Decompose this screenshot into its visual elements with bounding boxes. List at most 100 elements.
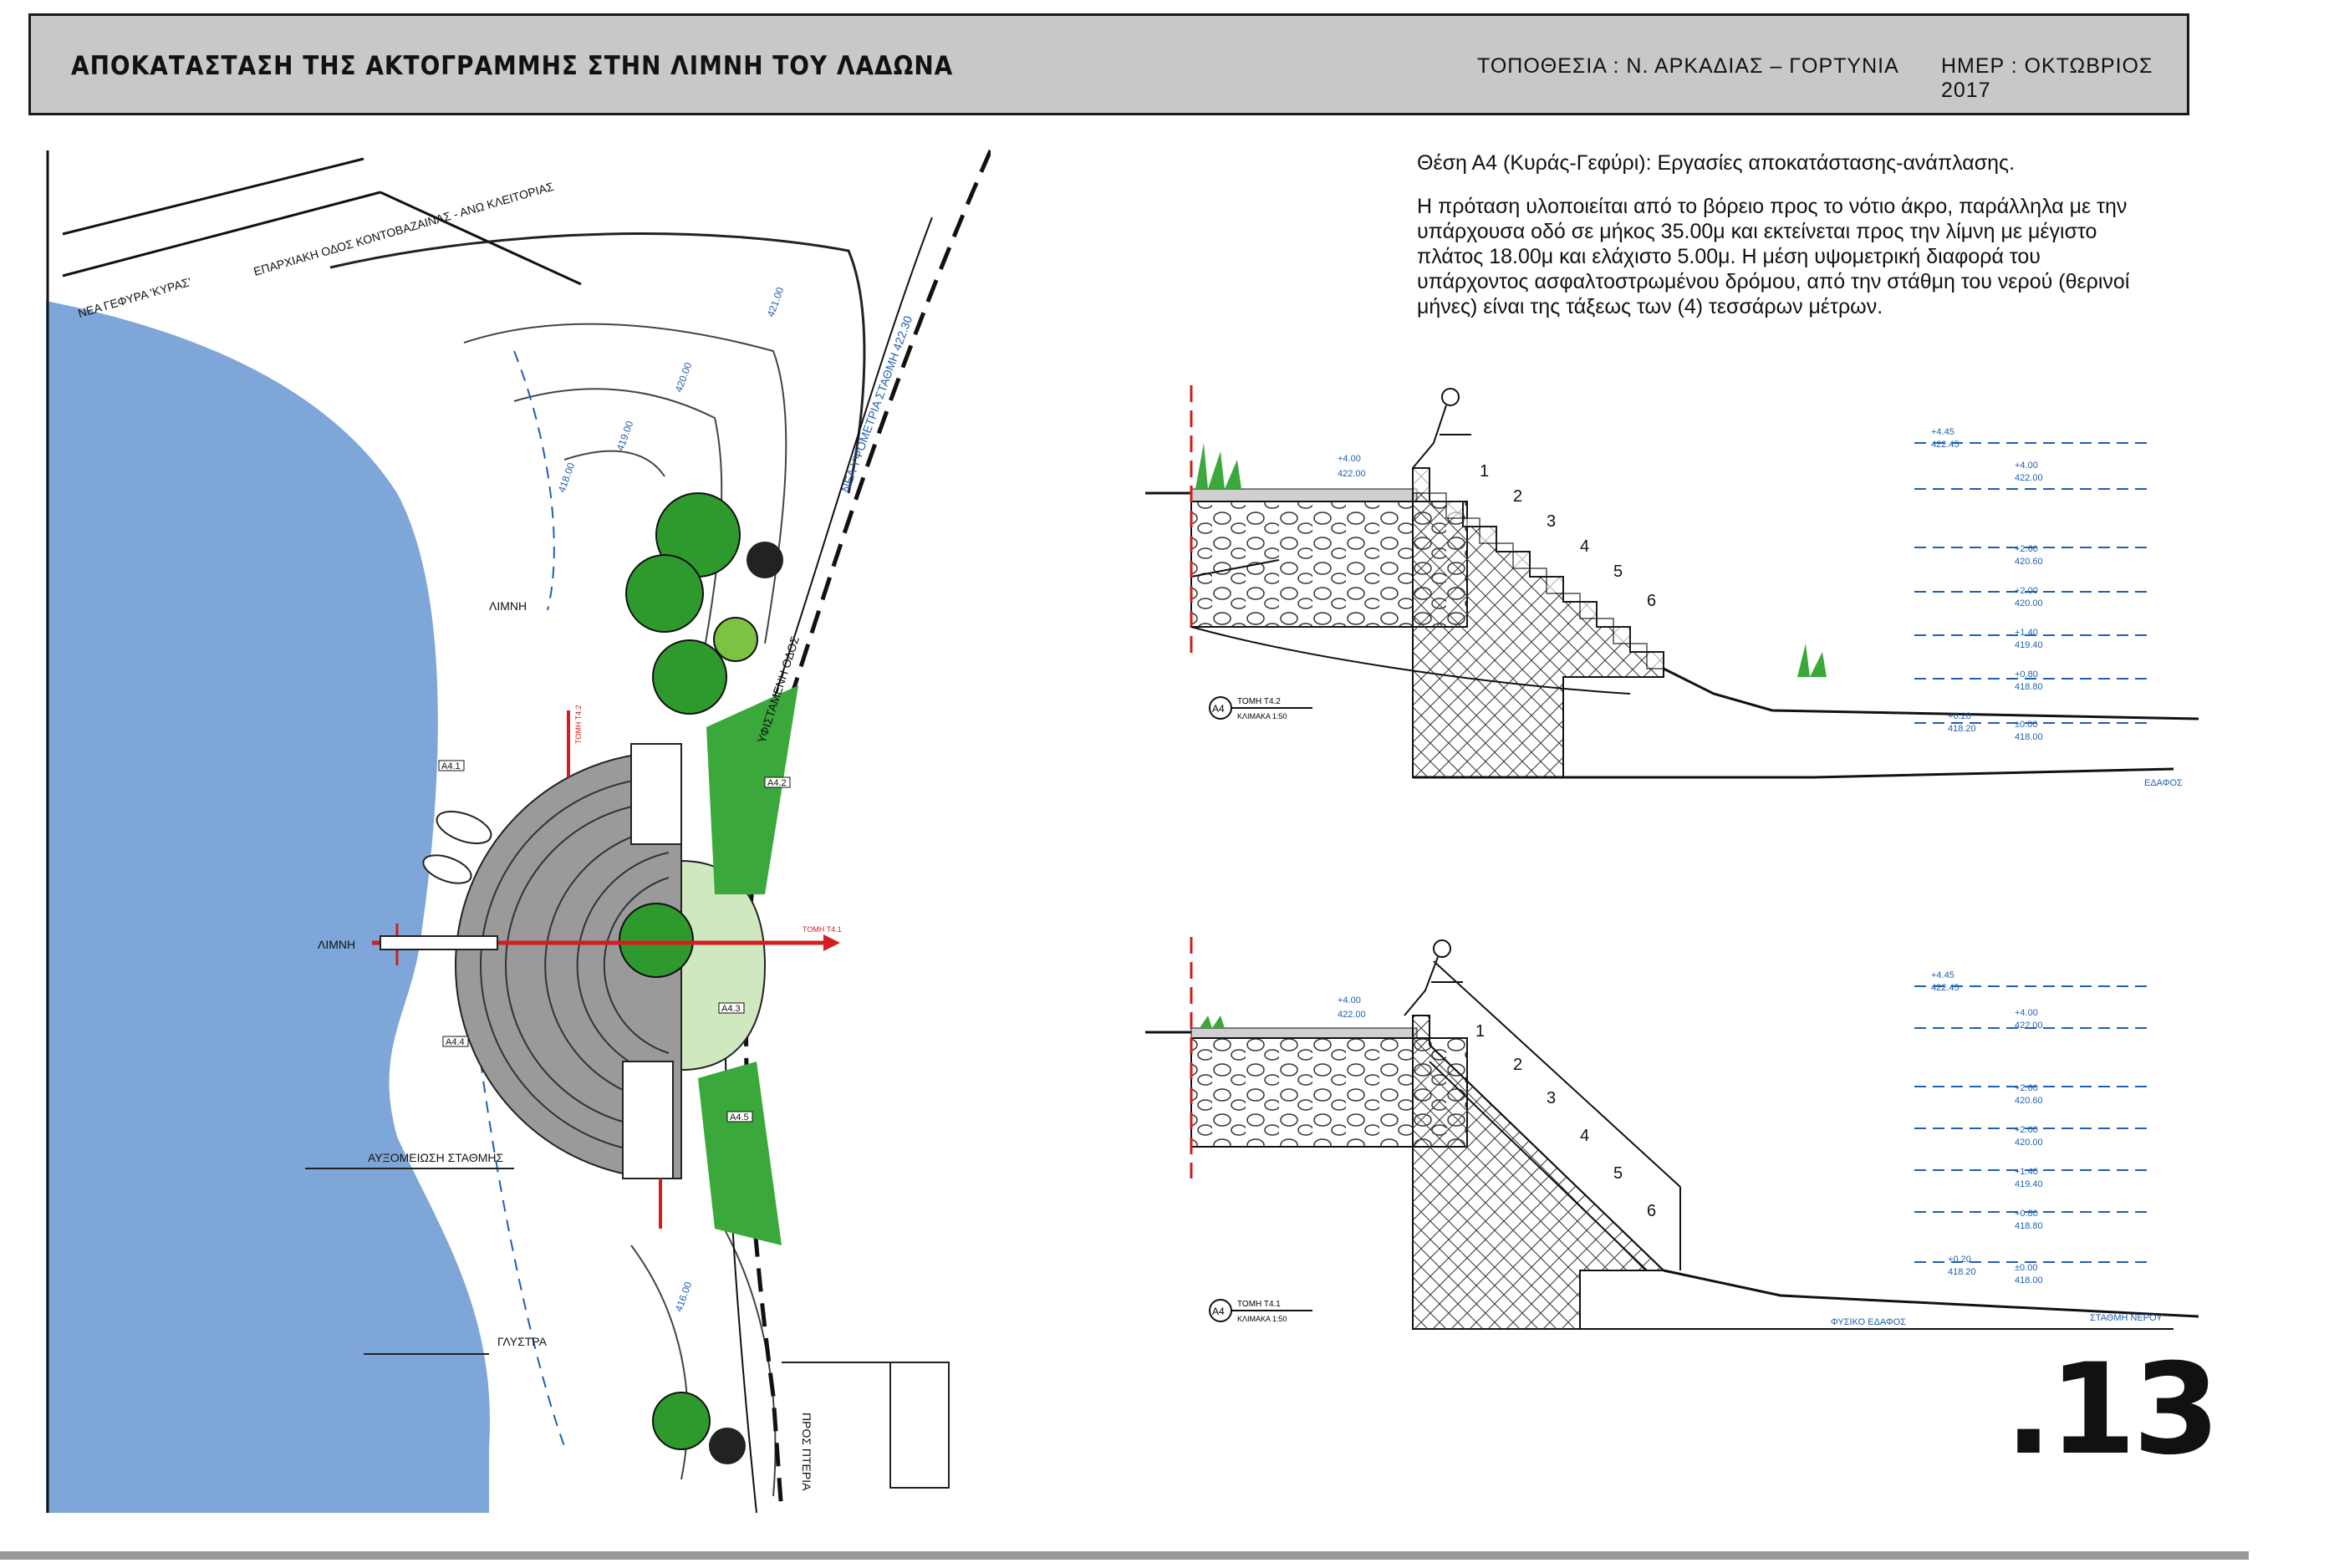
planted-bed-south <box>698 1061 782 1245</box>
section-scale: ΚΛΙΜΑΚΑ 1:50 <box>1237 712 1287 720</box>
level-3-abs-b: 420.60 <box>2015 1096 2043 1106</box>
left-level-rel-b: +4.00 <box>1338 995 1361 1005</box>
level-8-abs-b: 418.00 <box>2015 1275 2043 1285</box>
level-6-abs: 418.80 <box>2015 682 2043 692</box>
level-3-rel: +2.60 <box>2015 544 2038 554</box>
step-5: 5 <box>1613 563 1623 581</box>
step-5-b: 5 <box>1613 1164 1623 1183</box>
step-2-b: 2 <box>1513 1056 1522 1074</box>
svg-text:Α4: Α4 <box>1212 703 1225 715</box>
level-4-rel: +2.00 <box>2015 586 2038 596</box>
description-body: Η πρόταση υλοποιείται από το βόρειο προς… <box>1417 195 2130 318</box>
section1-label: ΤΟΜΗ Τ4.1 <box>803 925 842 934</box>
level-1-abs-b: 422.45 <box>1931 983 1959 993</box>
level-8-rel: ±0.00 <box>2015 720 2037 730</box>
left-level-rel: +4.00 <box>1338 454 1361 464</box>
glystra-label: ΓΛΥΣΤΡΑ <box>497 1335 548 1348</box>
section2-label: ΤΟΜΗ Τ4.2 <box>574 705 583 744</box>
level-1-rel: +4.45 <box>1931 427 1954 437</box>
level-5-abs: 419.40 <box>2015 640 2043 650</box>
step-4: 4 <box>1580 537 1589 556</box>
step-3-b: 3 <box>1547 1089 1556 1107</box>
level-2-abs: 422.00 <box>2015 473 2043 483</box>
seated-person-icon-b <box>1404 939 1463 1016</box>
section-name-b: ΤΟΜΗ Τ4.1 <box>1237 1300 1281 1309</box>
step-2: 2 <box>1513 487 1522 506</box>
plan-box-b-label: Α4.2 <box>767 778 787 788</box>
level-1-abs: 422.45 <box>1931 440 1959 450</box>
level-3-rel-b: +2.60 <box>2015 1083 2038 1093</box>
contour-label-1: 421.00 <box>765 285 787 318</box>
section-top: 1 2 3 4 5 6 +4.00 422.00 +4.45 422.45 +4… <box>1145 385 2199 788</box>
level-4-rel-b: +2.00 <box>2015 1125 2038 1135</box>
bridge-road <box>62 157 582 286</box>
footer-divider <box>0 1551 2249 1560</box>
page-title: ΑΠΟΚΑΤΑΣΤΑΣΗ ΤΗΣ ΑΚΤΟΓΡΑΜΜΗΣ ΣΤΗΝ ΛΙΜΝΗ … <box>71 51 954 81</box>
plan-box-c-label: Α4.3 <box>721 1004 741 1014</box>
ground-label-b: ΦΥΣΙΚΟ ΕΔΑΦΟΣ <box>1831 1317 1906 1327</box>
existing-road <box>744 149 991 1513</box>
step-3: 3 <box>1547 512 1556 531</box>
plan-box-d-label: Α4.4 <box>446 1037 465 1047</box>
new-level-label: ΝΕΑ ΥΨΟΜΕΤΡΙΑ ΣΤΑΘΜΗ 422.30 <box>838 313 915 494</box>
ground-label: ΕΔΑΦΟΣ <box>2144 778 2183 788</box>
level-5-rel: +1.40 <box>2015 628 2038 638</box>
level-8-rel-b: ±0.00 <box>2015 1263 2037 1273</box>
title-bar: ΑΠΟΚΑΤΑΣΤΑΣΗ ΤΗΣ ΑΚΤΟΓΡΑΜΜΗΣ ΣΤΗΝ ΛΙΜΝΗ … <box>28 13 2189 115</box>
bridge-label: ΝΕΑ ΓΕΦΥΡΑ 'ΚΥΡΑΣ' <box>76 275 192 320</box>
step-6-b: 6 <box>1647 1202 1656 1220</box>
step-4-b: 4 <box>1580 1127 1589 1145</box>
level-8-abs: 418.00 <box>2015 732 2043 742</box>
plan-box-a-label: Α4.1 <box>441 761 461 771</box>
location-label: ΤΟΠΟΘΕΣΙΑ : Ν. ΑΡΚΑΔΙΑΣ – ΓΟΡΤΥΝΙΑ <box>1477 54 1899 78</box>
level-7-rel: +0.20 <box>1948 711 1971 721</box>
section-name: ΤΟΜΗ Τ4.2 <box>1237 697 1281 706</box>
seated-person-icon <box>1412 388 1471 469</box>
plan-box-e-label: Α4.5 <box>730 1112 749 1123</box>
grass-tuft-icon-b <box>1200 1016 1225 1028</box>
level-6-abs-b: 418.80 <box>2015 1221 2043 1231</box>
level-7-abs-b: 418.20 <box>1948 1267 1976 1277</box>
left-level-abs: 422.00 <box>1338 469 1366 479</box>
planted-bed-north <box>706 685 798 894</box>
section-tag-b: Α4 ΤΟΜΗ Τ4.1 ΚΛΙΜΑΚΑ 1:50 <box>1209 1299 1312 1323</box>
contour-label-4: 418.00 <box>556 461 578 494</box>
page-number: .13 <box>2005 1337 2220 1483</box>
level-5-abs-b: 419.40 <box>2015 1179 2043 1189</box>
level-2-rel: +4.00 <box>2015 461 2038 471</box>
level-6-rel-b: +0.80 <box>2015 1209 2038 1219</box>
description-heading: Θέση Α4 (Κυράς-Γεφύρι): Εργασίες αποκατά… <box>1417 151 2015 175</box>
step-1: 1 <box>1480 462 1489 481</box>
left-level-abs-b: 422.00 <box>1338 1010 1366 1020</box>
level-7-abs: 418.20 <box>1948 724 1976 734</box>
level-2-rel-b: +4.00 <box>2015 1008 2038 1018</box>
level-drop-label: ΑΥΞΟΜΕΙΩΣΗ ΣΤΑΘΜΗΣ <box>368 1151 504 1164</box>
level-5-rel-b: +1.40 <box>2015 1167 2038 1177</box>
description-panel: Θέση Α4 (Κυράς-Γεφύρι): Εργασίες αποκατά… <box>1417 150 2153 338</box>
step-6: 6 <box>1647 592 1656 610</box>
level-3-abs: 420.60 <box>2015 557 2043 567</box>
lake-water <box>46 301 490 1513</box>
level-1-rel-b: +4.45 <box>1931 970 1954 980</box>
site-plan: ΝΕΑ ΓΕΦΥΡΑ 'ΚΥΡΑΣ' ΕΠΑΡΧΙΑΚΗ ΟΔΟΣ ΚΟΝΤΟΒ… <box>46 149 991 1513</box>
section-bottom: 1 2 3 4 5 6 +4.00 422.00 +4.45 422.45 +4… <box>1145 937 2199 1330</box>
step-1-b: 1 <box>1475 1022 1485 1041</box>
svg-text:Α4: Α4 <box>1212 1306 1225 1317</box>
water-label-b: ΣΤΑΘΜΗ ΝΕΡΟΥ <box>2090 1313 2163 1323</box>
section-tag: Α4 ΤΟΜΗ Τ4.2 ΚΛΙΜΑΚΑ 1:50 <box>1209 696 1312 720</box>
level-6-rel: +0.80 <box>2015 669 2038 680</box>
lake-upper-label: ΛΙΜΝΗ <box>489 599 527 613</box>
level-7-rel-b: +0.20 <box>1948 1255 1971 1265</box>
contour-label-2: 420.00 <box>673 360 695 394</box>
level-4-abs-b: 420.00 <box>2015 1138 2043 1148</box>
lake-mid-label: ΛΙΜΝΗ <box>318 938 355 951</box>
contour-label-5: 416.00 <box>673 1280 695 1313</box>
section-scale-b: ΚΛΙΜΑΚΑ 1:50 <box>1237 1315 1287 1323</box>
contour-label-3: 419.00 <box>614 419 636 452</box>
to-pteria-label: ΠΡΟΣ ΠΤΕΡΙΑ <box>800 1413 813 1491</box>
level-4-abs: 420.00 <box>2015 598 2043 608</box>
road-label: ΕΠΑΡΧΙΑΚΗ ΟΔΟΣ ΚΟΝΤΟΒΑΖΑΙΝΑΣ - ΑΝΩ ΚΛΕΙΤ… <box>252 180 555 278</box>
level-2-abs-b: 422.00 <box>2015 1021 2043 1031</box>
water-level-lines <box>1914 442 2148 724</box>
date-label: ΗΜΕΡ : ΟΚΤΩΒΡΙΟΣ 2017 <box>1941 54 2153 102</box>
